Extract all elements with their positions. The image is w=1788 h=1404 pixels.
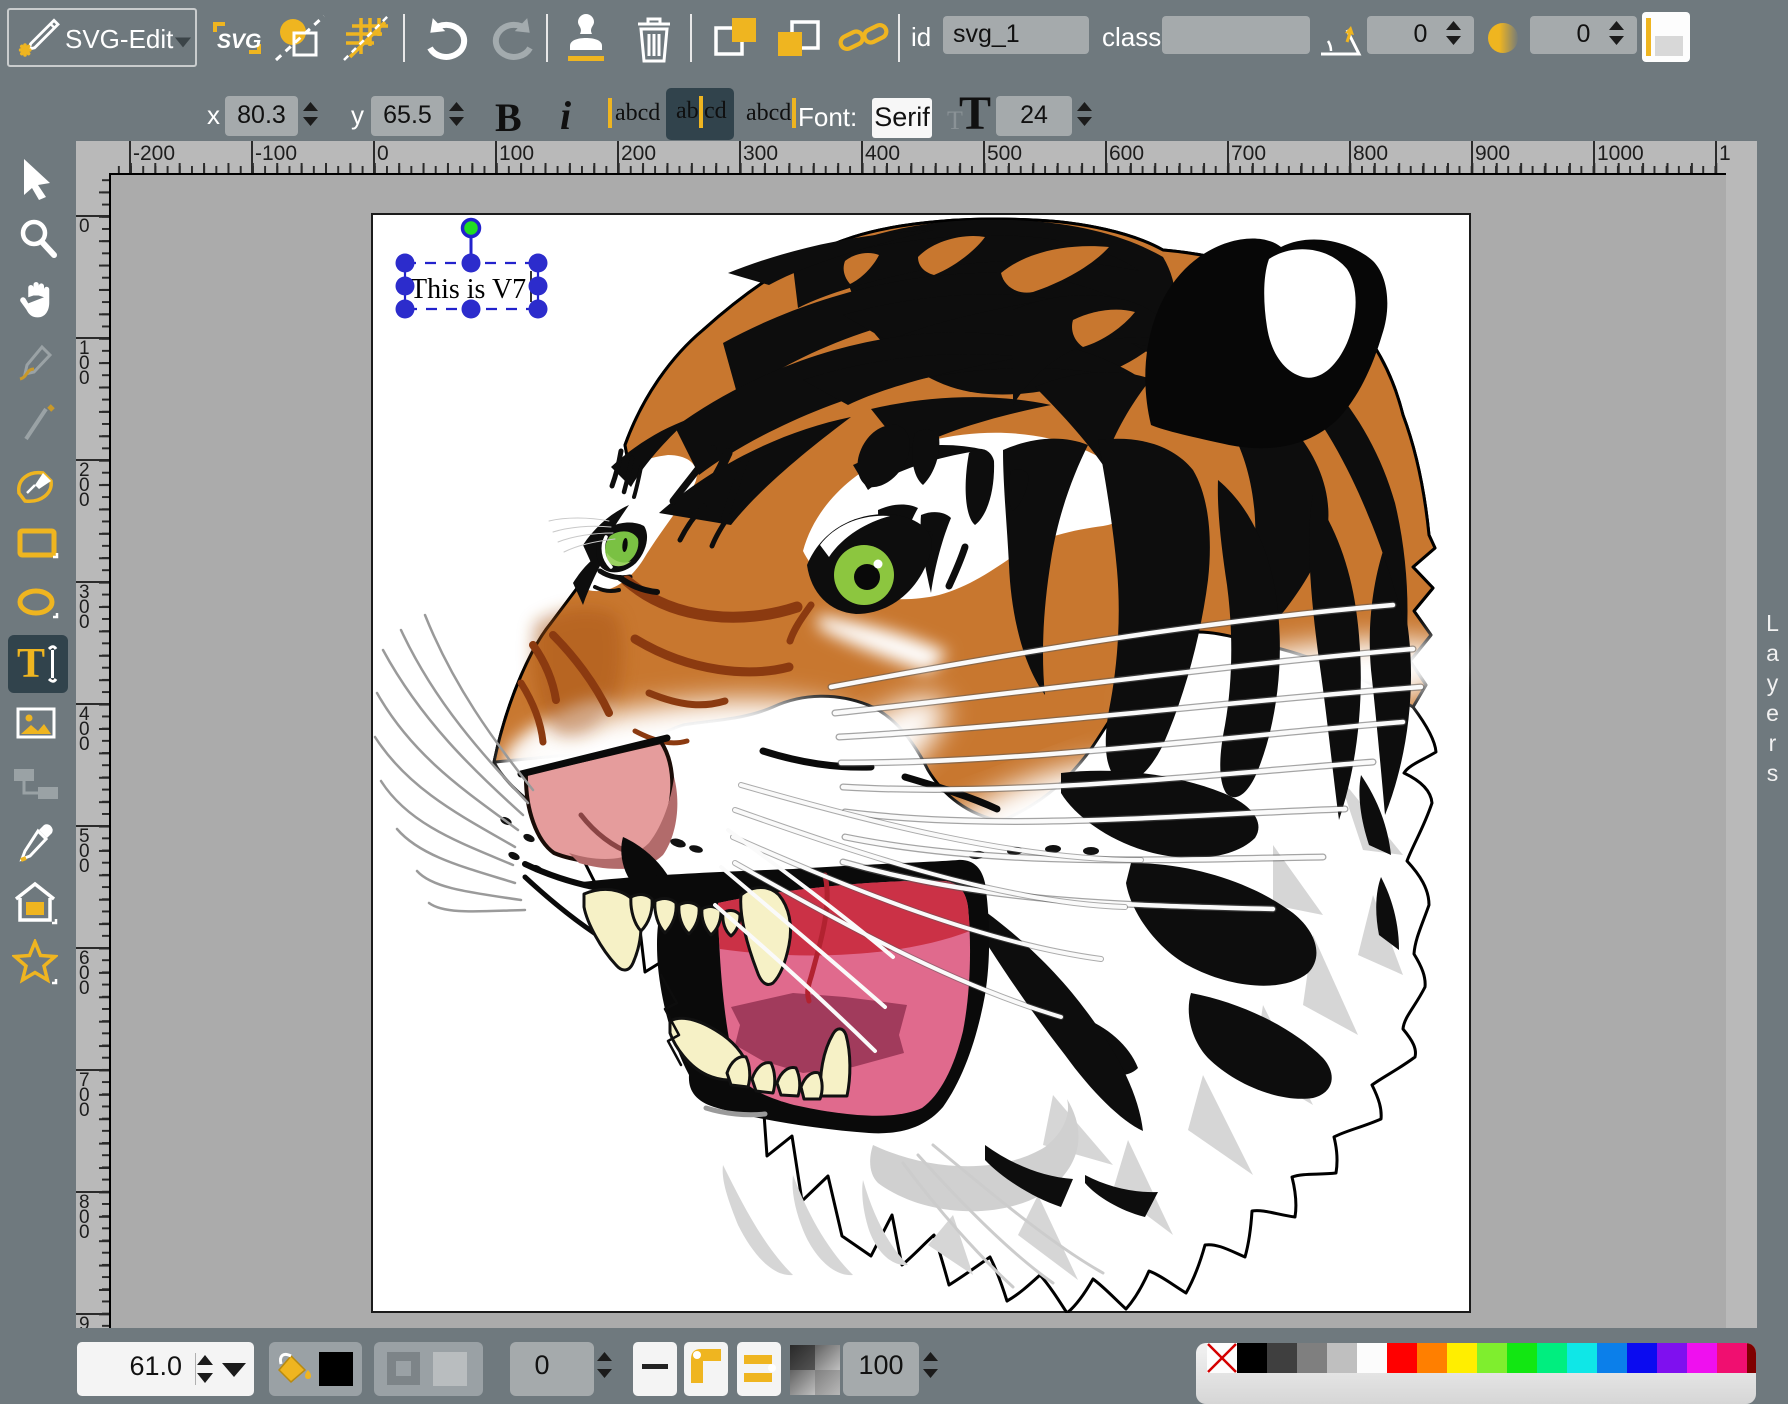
svg-text:SVG: SVG	[217, 30, 261, 53]
svg-text:T: T	[17, 641, 45, 687]
